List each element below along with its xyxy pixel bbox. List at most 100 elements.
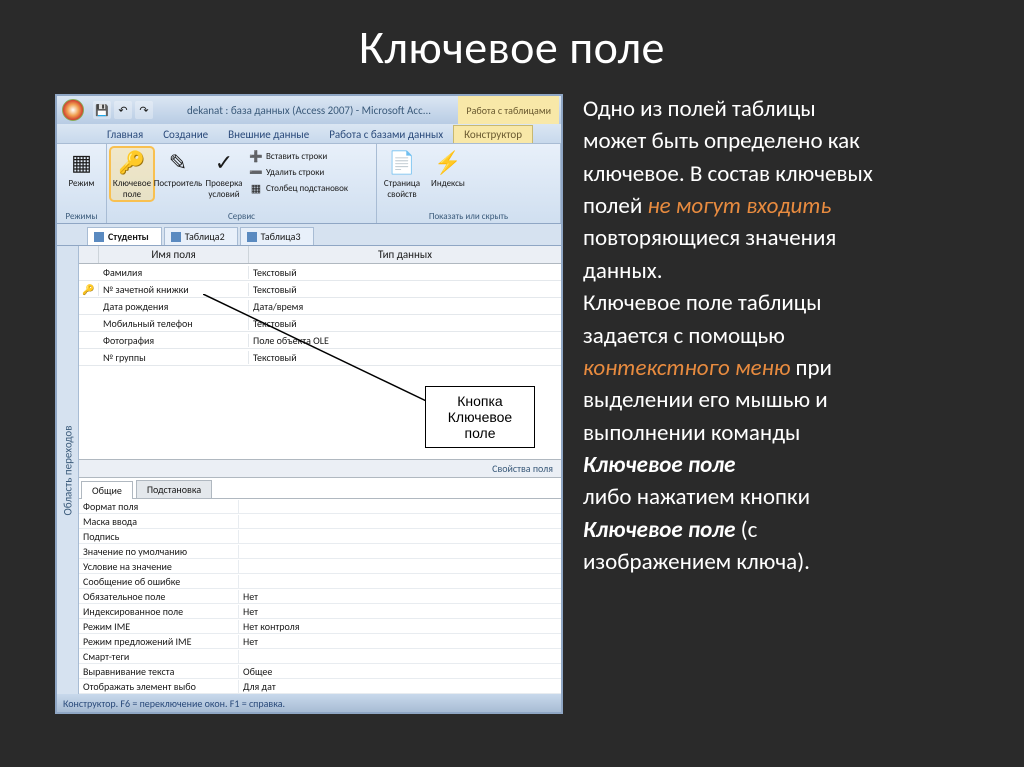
property-row[interactable]: Режим IMEНет контроля: [79, 619, 561, 634]
property-row[interactable]: Отображать элемент выбоДля дат: [79, 679, 561, 694]
property-name: Отображать элемент выбо: [79, 680, 239, 693]
property-value[interactable]: Нет: [239, 635, 561, 648]
property-row[interactable]: Выравнивание текстаОбщее: [79, 664, 561, 679]
tab-design[interactable]: Конструктор: [453, 125, 533, 143]
data-type-cell[interactable]: Текстовый: [249, 317, 561, 330]
field-row[interactable]: Мобильный телефонТекстовый: [79, 315, 561, 332]
nav-pane-collapsed[interactable]: Область переходов: [57, 246, 79, 694]
tab-create[interactable]: Создание: [153, 126, 218, 143]
property-name: Обязательное поле: [79, 590, 239, 603]
field-row[interactable]: Дата рожденияДата/время: [79, 298, 561, 315]
primary-key-button[interactable]: 🔑 Ключевое поле: [111, 148, 153, 200]
text-emphasis: контекстного меню: [583, 354, 790, 382]
grid-icon: ▦: [68, 148, 96, 176]
property-name: Выравнивание текста: [79, 665, 239, 678]
col-fieldname: Имя поля: [99, 246, 249, 263]
data-type-cell[interactable]: Дата/время: [249, 300, 561, 313]
data-type-cell[interactable]: Текстовый: [249, 283, 561, 296]
text-line: может быть определено как: [583, 126, 994, 156]
object-tab-label: Таблица2: [185, 230, 225, 243]
tab-home[interactable]: Главная: [97, 126, 153, 143]
row-selector[interactable]: 🔑: [79, 283, 99, 296]
property-row[interactable]: Смарт-теги: [79, 649, 561, 664]
callout-line1: Кнопка: [432, 393, 528, 409]
table-design-area: Имя поля Тип данных ФамилияТекстовый🔑№ з…: [79, 246, 561, 694]
ribbon-tabs: Главная Создание Внешние данные Работа с…: [57, 124, 561, 144]
field-row[interactable]: ФамилияТекстовый: [79, 264, 561, 281]
property-row[interactable]: Формат поля: [79, 499, 561, 514]
field-name-cell[interactable]: Фотография: [99, 334, 249, 347]
validate-button[interactable]: ✓ Проверка условий: [203, 148, 245, 200]
property-value[interactable]: Общее: [239, 665, 561, 678]
field-name-cell[interactable]: № зачетной книжки: [99, 283, 249, 296]
text-line: Одно из полей таблицы: [583, 94, 994, 124]
property-row[interactable]: Режим предложений IMEНет: [79, 634, 561, 649]
text-line: либо нажатием кнопки: [583, 482, 994, 512]
text-line: изображением ключа).: [583, 547, 994, 577]
property-name: Подпись: [79, 530, 239, 543]
lookup-col-button[interactable]: ▦Столбец подстановок: [249, 180, 348, 196]
field-row[interactable]: 🔑№ зачетной книжкиТекстовый: [79, 281, 561, 298]
group-tools: Сервис: [107, 211, 376, 222]
property-sheet-label: Страница свойств: [381, 178, 423, 200]
property-row[interactable]: Маска ввода: [79, 514, 561, 529]
callout-line3: поле: [432, 425, 528, 441]
property-name: Условие на значение: [79, 560, 239, 573]
field-name-cell[interactable]: Фамилия: [99, 266, 249, 279]
insert-rows-button[interactable]: ➕Вставить строки: [249, 148, 348, 164]
property-value[interactable]: Нет: [239, 590, 561, 603]
object-tab-table2[interactable]: Таблица2: [164, 227, 238, 245]
data-type-cell[interactable]: Текстовый: [249, 266, 561, 279]
property-row[interactable]: Значение по умолчанию: [79, 544, 561, 559]
object-tab-label: Таблица3: [261, 230, 301, 243]
field-name-cell[interactable]: Дата рождения: [99, 300, 249, 313]
lookup-icon: ▦: [249, 181, 263, 195]
lookup-col-label: Столбец подстановок: [266, 183, 348, 194]
group-showhide: Показать или скрыть: [377, 211, 560, 222]
slide-title: Ключевое поле: [0, 0, 1024, 94]
property-row[interactable]: Условие на значение: [79, 559, 561, 574]
field-name-cell[interactable]: № группы: [99, 351, 249, 364]
property-row[interactable]: Обязательное полеНет: [79, 589, 561, 604]
text-bold: Ключевое поле: [583, 516, 735, 544]
property-value[interactable]: Нет: [239, 605, 561, 618]
data-type-cell[interactable]: Поле объекта OLE: [249, 334, 561, 347]
field-name-cell[interactable]: Мобильный телефон: [99, 317, 249, 330]
text-line: выполнении команды: [583, 418, 994, 448]
data-type-cell[interactable]: Текстовый: [249, 351, 561, 364]
text-line: повторяющиеся значения: [583, 223, 994, 253]
tab-dbtools[interactable]: Работа с базами данных: [319, 126, 453, 143]
group-views: Режимы: [57, 211, 106, 222]
field-row[interactable]: ФотографияПоле объекта OLE: [79, 332, 561, 349]
callout-line2: Ключевое: [432, 409, 528, 425]
text-span: (с: [735, 516, 757, 544]
object-tab-table3[interactable]: Таблица3: [240, 227, 314, 245]
indexes-button[interactable]: ⚡ Индексы: [427, 148, 469, 189]
delete-rows-label: Удалить строки: [266, 167, 324, 178]
property-row[interactable]: Индексированное полеНет: [79, 604, 561, 619]
tab-lookup[interactable]: Подстановка: [136, 480, 212, 498]
view-button-label: Режим: [68, 178, 94, 189]
object-tabs: Студенты Таблица2 Таблица3: [57, 224, 561, 246]
property-row[interactable]: Сообщение об ошибке: [79, 574, 561, 589]
delete-rows-button[interactable]: ➖Удалить строки: [249, 164, 348, 180]
builder-label: Построитель: [154, 178, 203, 189]
property-value[interactable]: Для дат: [239, 680, 561, 693]
property-sheet-button[interactable]: 📄 Страница свойств: [381, 148, 423, 200]
key-icon: 🔑: [118, 148, 146, 176]
object-tab-students[interactable]: Студенты: [87, 227, 162, 245]
property-name: Режим IME: [79, 620, 239, 633]
delete-icon: ➖: [249, 165, 263, 179]
builder-button[interactable]: ✎ Построитель: [157, 148, 199, 189]
tab-external[interactable]: Внешние данные: [218, 126, 319, 143]
text-line: данных.: [583, 256, 994, 286]
checklist-icon: ✓: [210, 148, 238, 176]
field-row[interactable]: № группыТекстовый: [79, 349, 561, 366]
validate-label: Проверка условий: [203, 178, 245, 200]
tab-general[interactable]: Общие: [81, 481, 133, 499]
property-name: Сообщение об ошибке: [79, 575, 239, 588]
property-value[interactable]: Нет контроля: [239, 620, 561, 633]
explanatory-text: Одно из полей таблицы может быть определ…: [583, 94, 994, 714]
view-button[interactable]: ▦ Режим: [61, 148, 102, 189]
property-row[interactable]: Подпись: [79, 529, 561, 544]
